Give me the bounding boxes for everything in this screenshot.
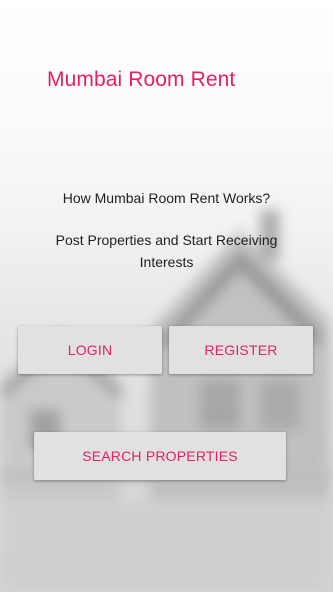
- intro-subtitle: Post Properties and Start Receiving Inte…: [55, 232, 278, 270]
- how-it-works-heading: How Mumbai Room Rent Works?: [62, 190, 271, 206]
- app-title: Mumbai Room Rent: [47, 68, 236, 91]
- search-properties-button[interactable]: SEARCH PROPERTIES: [34, 432, 286, 480]
- login-button[interactable]: LOGIN: [18, 326, 162, 374]
- register-button[interactable]: REGISTER: [169, 326, 313, 374]
